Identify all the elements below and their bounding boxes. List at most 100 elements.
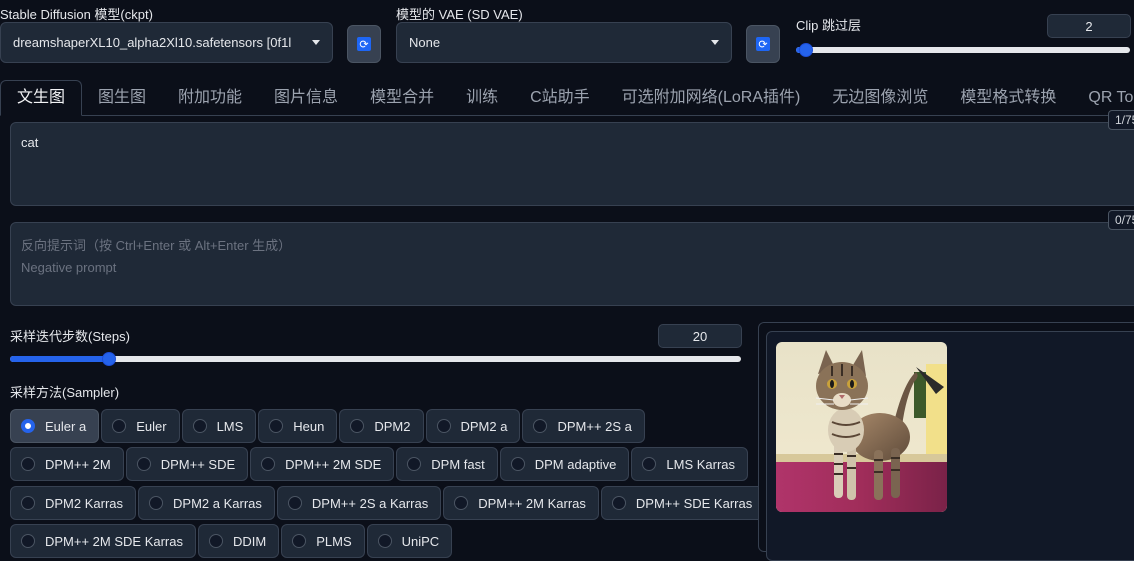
radio-button-icon[interactable] xyxy=(350,419,365,433)
sampler-row: Euler a Euler LMS Heun DPM2 DPM2 a DPM++ 2S a xyxy=(10,409,645,443)
sampler-option[interactable]: DPM fast xyxy=(396,447,498,481)
sampler-option[interactable]: Euler a xyxy=(10,409,100,443)
sampler-option-label: LMS xyxy=(216,418,244,434)
radio-button-icon[interactable] xyxy=(377,534,392,548)
sampler-option[interactable]: DPM2 xyxy=(339,409,424,443)
radio-button-icon[interactable] xyxy=(261,457,276,471)
sampler-option[interactable]: Heun xyxy=(258,409,338,443)
radio-button-icon[interactable] xyxy=(611,496,626,510)
radio-button-icon[interactable] xyxy=(21,457,35,471)
model-select-value: dreamshaperXL10_alpha2Xl10.safetensors [… xyxy=(13,35,292,50)
sampler-option-label: PLMS xyxy=(316,533,352,549)
radio-button-icon[interactable] xyxy=(21,496,35,510)
sampler-option-label: DPM++ 2M xyxy=(45,456,111,472)
steps-value-input[interactable]: 20 xyxy=(658,324,742,348)
sampler-option-label: Euler xyxy=(136,418,167,434)
sampler-option[interactable]: DPM++ 2S a xyxy=(522,409,645,443)
sampler-option[interactable]: LMS Karras xyxy=(631,447,749,481)
sampler-option-label: DPM adaptive xyxy=(534,456,617,472)
sampler-option[interactable]: PLMS xyxy=(281,524,365,558)
sampler-option-label: DPM2 a xyxy=(460,418,508,434)
sampler-option[interactable]: DPM2 a xyxy=(425,409,521,443)
refresh-vae-button[interactable]: ⟳ xyxy=(746,25,780,63)
sampler-option[interactable]: DDIM xyxy=(198,524,280,558)
sampler-option[interactable]: Euler xyxy=(101,409,180,443)
sampler-option[interactable]: DPM++ SDE Karras xyxy=(600,486,766,520)
chevron-down-icon xyxy=(711,40,719,45)
sampler-option-label: DPM++ SDE Karras xyxy=(635,495,753,511)
sampler-option[interactable]: DPM++ 2M SDE Karras xyxy=(10,524,196,558)
radio-button-icon[interactable] xyxy=(21,419,35,433)
sampler-option-label: DPM2 Karras xyxy=(45,495,124,511)
sampler-option[interactable]: DPM++ 2M SDE xyxy=(250,447,395,481)
radio-button-icon[interactable] xyxy=(436,419,451,433)
main-tabs: 文生图 图生图 附加功能 图片信息 模型合并 训练 C站助手 可选附加网络(LoRA插件) 无边… xyxy=(0,79,1134,116)
sampler-option-label: DPM++ 2M Karras xyxy=(478,495,586,511)
prompt-token-counter: 1/75 xyxy=(1108,110,1134,130)
sampler-option-label: Euler a xyxy=(45,418,87,434)
radio-button-icon[interactable] xyxy=(533,419,548,433)
sampler-option[interactable]: DPM++ SDE xyxy=(125,447,249,481)
tab-1[interactable]: 图生图 xyxy=(82,81,162,115)
sampler-option-label: DPM++ 2M SDE xyxy=(285,456,382,472)
negative-prompt-input[interactable]: 反向提示词（按 Ctrl+Enter 或 Alt+Enter 生成） Negat… xyxy=(10,222,1134,306)
radio-button-icon[interactable] xyxy=(21,534,35,548)
negative-placeholder-en: Negative prompt xyxy=(21,260,117,275)
clip-slider[interactable] xyxy=(796,43,1130,57)
prompt-input[interactable]: cat xyxy=(10,122,1134,206)
tab-3[interactable]: 图片信息 xyxy=(258,81,354,115)
sampler-row: DPM++ 2M SDE Karras DDIM PLMS UniPC xyxy=(10,524,453,558)
cat-image xyxy=(776,342,947,512)
steps-slider[interactable] xyxy=(10,352,741,366)
radio-button-icon[interactable] xyxy=(149,496,164,510)
radio-button-icon[interactable] xyxy=(209,534,223,548)
generated-image-thumbnail[interactable] xyxy=(776,342,947,512)
refresh-icon: ⟳ xyxy=(756,37,770,51)
tab-8[interactable]: 无边图像浏览 xyxy=(816,81,944,115)
refresh-model-button[interactable]: ⟳ xyxy=(347,25,381,63)
sampler-option-label: DDIM xyxy=(233,533,267,549)
tab-6[interactable]: C站助手 xyxy=(514,81,606,115)
sampler-option[interactable]: DPM++ 2M xyxy=(10,447,124,481)
radio-button-icon[interactable] xyxy=(287,496,302,510)
sampler-option-label: DPM++ SDE xyxy=(160,456,236,472)
sampler-row: DPM++ 2M DPM++ SDE DPM++ 2M SDE DPM fast DPM… xyxy=(10,447,749,481)
radio-button-icon[interactable] xyxy=(454,496,469,510)
sampler-option[interactable]: DPM adaptive xyxy=(499,447,630,481)
tab-2[interactable]: 附加功能 xyxy=(162,81,258,115)
sampler-option-label: DPM++ 2S a Karras xyxy=(311,495,429,511)
sampler-option[interactable]: DPM2 Karras xyxy=(10,486,137,520)
tab-5[interactable]: 训练 xyxy=(450,81,514,115)
model-select[interactable]: dreamshaperXL10_alpha2Xl10.safetensors [… xyxy=(0,22,333,63)
radio-button-icon[interactable] xyxy=(510,457,525,471)
clip-label: Clip 跳过层 xyxy=(796,18,862,33)
negative-token-counter: 0/75 xyxy=(1108,210,1134,230)
tab-4[interactable]: 模型合并 xyxy=(354,81,450,115)
tab-0[interactable]: 文生图 xyxy=(0,80,83,116)
vae-select[interactable]: None xyxy=(396,22,732,63)
sampler-label: 采样方法(Sampler) xyxy=(10,385,120,400)
sampler-option[interactable]: DPM++ 2S a Karras xyxy=(276,486,442,520)
radio-button-icon[interactable] xyxy=(192,419,207,433)
clip-slider-thumb[interactable] xyxy=(799,43,813,57)
radio-button-icon[interactable] xyxy=(269,419,284,433)
prompt-text: cat xyxy=(21,135,39,150)
sampler-option-label: Heun xyxy=(293,418,325,434)
steps-slider-thumb[interactable] xyxy=(102,352,116,366)
radio-button-icon[interactable] xyxy=(642,457,657,471)
sampler-option[interactable]: UniPC xyxy=(366,524,453,558)
refresh-icon: ⟳ xyxy=(357,37,371,51)
sampler-option[interactable]: DPM++ 2M Karras xyxy=(443,486,599,520)
sampler-option[interactable]: LMS xyxy=(181,409,257,443)
sampler-option-label: LMS Karras xyxy=(666,456,736,472)
radio-button-icon[interactable] xyxy=(112,419,127,433)
tab-7[interactable]: 可选附加网络(LoRA插件) xyxy=(606,81,817,115)
radio-button-icon[interactable] xyxy=(292,534,307,548)
negative-placeholder-cn: 反向提示词（按 Ctrl+Enter 或 Alt+Enter 生成） xyxy=(21,238,292,253)
sampler-option[interactable]: DPM2 a Karras xyxy=(138,486,275,520)
clip-value-input[interactable]: 2 xyxy=(1047,14,1131,38)
radio-button-icon[interactable] xyxy=(136,457,151,471)
radio-button-icon[interactable] xyxy=(407,457,422,471)
chevron-down-icon xyxy=(312,40,320,45)
tab-9[interactable]: 模型格式转换 xyxy=(944,81,1072,115)
